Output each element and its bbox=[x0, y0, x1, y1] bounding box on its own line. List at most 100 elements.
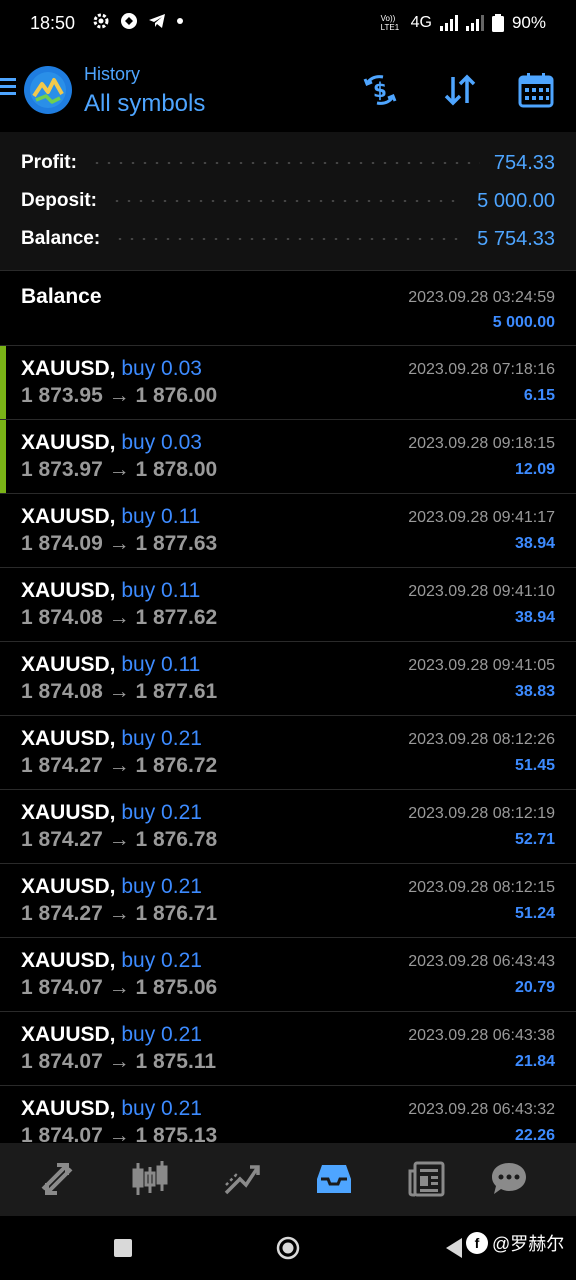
balance-label: Balance: bbox=[21, 228, 101, 249]
trade-datetime: 2023.09.28 09:41:10 bbox=[408, 583, 555, 600]
home-button[interactable] bbox=[276, 1236, 300, 1260]
history-list[interactable]: Balance 2023.09.28 03:24:59 5 000.00 XAU… bbox=[0, 271, 576, 1143]
trade-symbol-text: XAUUSD, bbox=[21, 1097, 116, 1120]
trade-prices: 1 874.07 → 1 875.11 bbox=[21, 1050, 216, 1074]
currency-filter-button[interactable]: $ bbox=[360, 70, 400, 110]
svg-text:$: $ bbox=[373, 78, 387, 102]
arrow-icon: → bbox=[108, 1124, 130, 1143]
open-price: 1 874.08 bbox=[21, 680, 103, 703]
trade-row[interactable]: XAUUSD, buy 0.03 1 873.97 → 1 878.00 2023.… bbox=[0, 420, 576, 494]
trade-symbol-text: XAUUSD, bbox=[21, 875, 116, 898]
sort-icon bbox=[444, 74, 476, 106]
status-time: 18:50 bbox=[30, 13, 76, 33]
trade-row[interactable]: XAUUSD, buy 0.11 1 874.08 → 1 877.61 2023.… bbox=[0, 642, 576, 716]
profit-row: Profit: 754.33 bbox=[21, 146, 555, 180]
trade-profit: 51.45 bbox=[514, 757, 555, 774]
balance-entry[interactable]: Balance 2023.09.28 03:24:59 5 000.00 bbox=[0, 271, 576, 346]
currency-filter-icon: $ bbox=[363, 75, 397, 105]
trade-profit: 38.94 bbox=[514, 609, 555, 626]
trade-row[interactable]: XAUUSD, buy 0.03 1 873.95 → 1 876.00 2023.… bbox=[0, 346, 576, 420]
trade-side: buy 0.21 bbox=[121, 875, 202, 898]
chart-icon bbox=[132, 1161, 168, 1195]
app-header: History All symbols $ bbox=[0, 48, 576, 132]
close-price: 1 875.11 bbox=[135, 1050, 217, 1073]
arrow-icon: → bbox=[108, 458, 130, 481]
news-icon bbox=[408, 1161, 445, 1197]
close-price: 1 878.00 bbox=[135, 458, 218, 481]
trade-side: buy 0.21 bbox=[121, 801, 202, 824]
vpn-icon bbox=[121, 13, 137, 29]
trade-datetime: 2023.09.28 08:12:26 bbox=[408, 731, 555, 748]
deposit-label: Deposit: bbox=[21, 190, 97, 211]
open-price: 1 873.95 bbox=[21, 384, 103, 407]
trade-prices: 1 874.08 → 1 877.62 bbox=[21, 606, 217, 630]
notification-icons bbox=[92, 12, 184, 30]
back-button[interactable] bbox=[444, 1236, 464, 1260]
trade-symbol-text: XAUUSD, bbox=[21, 579, 116, 602]
signal-icon bbox=[439, 15, 458, 31]
tab-history[interactable] bbox=[311, 1157, 357, 1201]
open-price: 1 874.08 bbox=[21, 606, 103, 629]
arrow-icon: → bbox=[108, 902, 130, 925]
trade-prices: 1 874.07 → 1 875.13 bbox=[21, 1124, 217, 1143]
trade-side: buy 0.21 bbox=[121, 1023, 202, 1046]
trade-datetime: 2023.09.28 06:43:43 bbox=[408, 953, 555, 970]
trade-prices: 1 874.27 → 1 876.71 bbox=[21, 902, 217, 926]
tab-quotes[interactable] bbox=[34, 1157, 80, 1201]
trade-row[interactable]: XAUUSD, buy 0.21 1 874.07 → 1 875.06 2023.… bbox=[0, 938, 576, 1012]
recents-button[interactable] bbox=[114, 1239, 132, 1257]
trade-profit: 21.84 bbox=[514, 1053, 555, 1070]
trade-side: buy 0.21 bbox=[121, 949, 202, 972]
open-price: 1 874.07 bbox=[21, 1050, 103, 1073]
trade-profit: 20.79 bbox=[514, 979, 555, 996]
balance-entry-label: Balance bbox=[21, 285, 102, 308]
balance-value: 5 754.33 bbox=[477, 227, 555, 250]
trade-symbol-text: XAUUSD, bbox=[21, 801, 116, 824]
trade-row[interactable]: XAUUSD, buy 0.21 1 874.07 → 1 875.11 2023.… bbox=[0, 1012, 576, 1086]
trade-symbol: XAUUSD, buy 0.21 bbox=[21, 727, 202, 751]
trade-symbol: XAUUSD, buy 0.21 bbox=[21, 1023, 202, 1047]
tab-trade[interactable] bbox=[219, 1157, 265, 1201]
status-right: Vo)) LTE1 4G 90% bbox=[381, 13, 546, 33]
calendar-button[interactable] bbox=[516, 70, 556, 110]
trade-symbol: XAUUSD, buy 0.21 bbox=[21, 801, 202, 825]
trade-row[interactable]: XAUUSD, buy 0.11 1 874.09 → 1 877.63 2023.… bbox=[0, 494, 576, 568]
arrow-icon: → bbox=[108, 532, 130, 555]
trade-row[interactable]: XAUUSD, buy 0.21 1 874.27 → 1 876.72 2023.… bbox=[0, 716, 576, 790]
trade-datetime: 2023.09.28 06:43:32 bbox=[408, 1101, 555, 1118]
menu-icon[interactable] bbox=[0, 76, 16, 96]
close-price: 1 876.72 bbox=[135, 754, 218, 777]
trade-datetime: 2023.09.28 08:12:15 bbox=[408, 879, 555, 896]
settings-icon bbox=[93, 13, 109, 29]
trade-row[interactable]: XAUUSD, buy 0.21 1 874.27 → 1 876.78 2023.… bbox=[0, 790, 576, 864]
arrow-icon: → bbox=[108, 680, 130, 703]
metatrader-logo-icon[interactable] bbox=[24, 66, 72, 114]
trade-profit: 38.83 bbox=[514, 683, 555, 700]
trade-prices: 1 874.27 → 1 876.78 bbox=[21, 828, 217, 852]
trade-accent-bar bbox=[0, 420, 6, 493]
battery-level: 90% bbox=[511, 13, 546, 32]
trade-prices: 1 874.09 → 1 877.63 bbox=[21, 532, 217, 556]
profit-label: Profit: bbox=[21, 152, 77, 173]
trade-symbol: XAUUSD, buy 0.21 bbox=[21, 949, 202, 973]
trade-symbol-text: XAUUSD, bbox=[21, 431, 116, 454]
header-subtitle: History bbox=[84, 64, 141, 84]
trade-row[interactable]: XAUUSD, buy 0.21 1 874.27 → 1 876.71 2023.… bbox=[0, 864, 576, 938]
trade-datetime: 2023.09.28 09:18:15 bbox=[408, 435, 555, 452]
sort-button[interactable] bbox=[440, 70, 480, 110]
arrow-icon: → bbox=[108, 754, 130, 777]
trade-side: buy 0.21 bbox=[121, 727, 202, 750]
trade-row[interactable]: XAUUSD, buy 0.21 1 874.07 → 1 875.13 2023.… bbox=[0, 1086, 576, 1143]
trade-symbol-text: XAUUSD, bbox=[21, 1023, 116, 1046]
trade-profit: 6.15 bbox=[523, 387, 555, 404]
page-title[interactable]: All symbols bbox=[84, 90, 205, 118]
arrow-icon: → bbox=[108, 384, 130, 407]
tab-news[interactable] bbox=[404, 1157, 450, 1201]
tab-chat[interactable] bbox=[486, 1157, 532, 1201]
trade-symbol-text: XAUUSD, bbox=[21, 505, 116, 528]
trade-side: buy 0.03 bbox=[121, 357, 202, 380]
trade-side: buy 0.11 bbox=[121, 579, 201, 602]
close-price: 1 875.13 bbox=[135, 1124, 218, 1143]
tab-chart[interactable] bbox=[127, 1157, 173, 1201]
trade-row[interactable]: XAUUSD, buy 0.11 1 874.08 → 1 877.62 2023.… bbox=[0, 568, 576, 642]
